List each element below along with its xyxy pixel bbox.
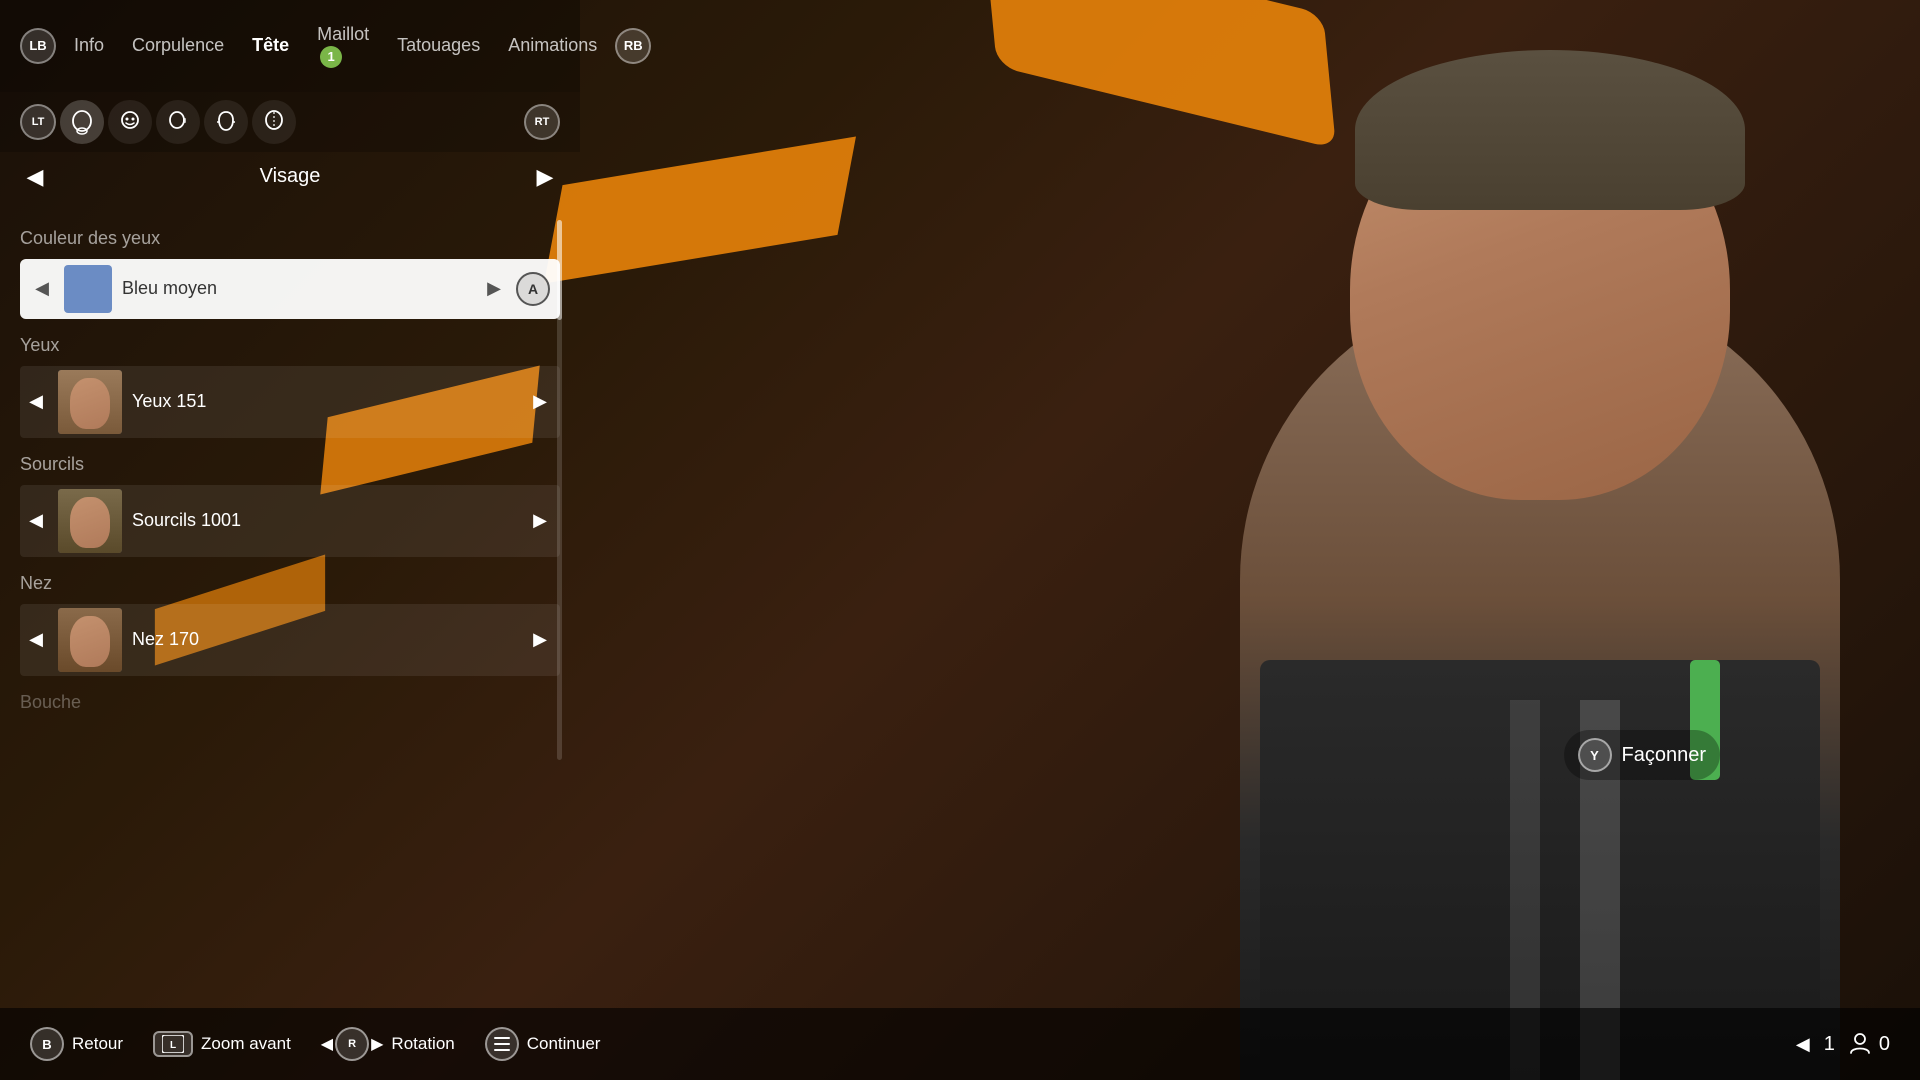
continue-label: Continuer bbox=[527, 1034, 601, 1054]
faconner-overlay[interactable]: Y Façonner bbox=[1564, 730, 1721, 780]
menu-line-1 bbox=[494, 1037, 510, 1039]
nav-item-corpulence[interactable]: Corpulence bbox=[122, 29, 234, 62]
sub-nav: LT bbox=[0, 92, 580, 152]
y-button[interactable]: Y bbox=[1578, 738, 1612, 772]
svg-text:L: L bbox=[170, 1040, 176, 1051]
menu-button[interactable] bbox=[485, 1027, 519, 1061]
maillot-badge: 1 bbox=[320, 46, 342, 68]
sub-icon-head-full[interactable] bbox=[60, 100, 104, 144]
continue-action[interactable]: Continuer bbox=[485, 1027, 601, 1061]
section-nav: ◀ Visage ▶ bbox=[0, 152, 580, 202]
nez-option[interactable]: ◀ Nez 170 ▶ bbox=[20, 604, 560, 676]
bottom-counters: ◀ 1 0 bbox=[1788, 1031, 1890, 1057]
sourcils-thumb bbox=[58, 489, 122, 553]
yeux-option[interactable]: ◀ Yeux 151 ▶ bbox=[20, 366, 560, 438]
nav-item-tatouages[interactable]: Tatouages bbox=[387, 29, 490, 62]
rt-button[interactable]: RT bbox=[524, 104, 560, 140]
bouche-section-label: Bouche bbox=[20, 692, 560, 713]
counter-2-value: 0 bbox=[1879, 1033, 1890, 1056]
yeux-thumb bbox=[58, 370, 122, 434]
r-button-rotation[interactable]: R bbox=[335, 1027, 369, 1061]
character-preview bbox=[820, 0, 1920, 1080]
section-title: Visage bbox=[70, 165, 510, 188]
eye-color-swatch bbox=[64, 265, 112, 313]
back-action[interactable]: B Retour bbox=[30, 1027, 123, 1061]
nav-item-info[interactable]: Info bbox=[64, 29, 114, 62]
zoom-action[interactable]: L Zoom avant bbox=[153, 1031, 291, 1057]
nez-label: Nez 170 bbox=[132, 629, 518, 650]
lt-zoom-button[interactable]: L bbox=[153, 1031, 193, 1057]
lt-button[interactable]: LT bbox=[20, 104, 56, 140]
yeux-prev[interactable]: ◀ bbox=[24, 391, 48, 412]
counter-1: ◀ 1 bbox=[1788, 1033, 1835, 1056]
options-list[interactable]: Couleur des yeux ◀ Bleu moyen ▶ A Yeux ◀… bbox=[0, 202, 580, 842]
back-label: Retour bbox=[72, 1034, 123, 1054]
eye-color-confirm[interactable]: A bbox=[516, 272, 550, 306]
counter-2: 0 bbox=[1847, 1031, 1890, 1057]
person-icon bbox=[1847, 1031, 1873, 1057]
scroll-thumb bbox=[557, 220, 562, 320]
left-panel: LB Info Corpulence Tête Maillot 1 Tatoua… bbox=[0, 0, 580, 1080]
eye-color-option[interactable]: ◀ Bleu moyen ▶ A bbox=[20, 259, 560, 319]
section-prev-arrow[interactable]: ◀ bbox=[20, 164, 50, 190]
eye-color-next[interactable]: ▶ bbox=[482, 278, 506, 299]
zoom-label: Zoom avant bbox=[201, 1034, 291, 1054]
faconner-label-text: Façonner bbox=[1622, 744, 1707, 767]
nav-item-maillot[interactable]: Maillot 1 bbox=[307, 18, 379, 74]
sub-icon-face[interactable] bbox=[108, 100, 152, 144]
character-hair bbox=[1355, 50, 1745, 210]
yeux-section-label: Yeux bbox=[20, 335, 560, 356]
menu-line-2 bbox=[494, 1043, 510, 1045]
rotation-action[interactable]: ◀ R ▶ Rotation bbox=[321, 1027, 455, 1061]
nav-item-tete[interactable]: Tête bbox=[242, 29, 299, 62]
sourcils-prev[interactable]: ◀ bbox=[24, 510, 48, 531]
menu-line-3 bbox=[494, 1049, 510, 1051]
eye-color-prev[interactable]: ◀ bbox=[30, 278, 54, 299]
nez-section-label: Nez bbox=[20, 573, 560, 594]
sourcils-label: Sourcils 1001 bbox=[132, 510, 518, 531]
nez-thumb bbox=[58, 608, 122, 672]
nez-next[interactable]: ▶ bbox=[528, 629, 552, 650]
nez-prev[interactable]: ◀ bbox=[24, 629, 48, 650]
dpad-left-icon: ◀ bbox=[321, 1034, 333, 1054]
counter-left-arrow[interactable]: ◀ bbox=[1788, 1034, 1818, 1055]
sub-icon-head-back[interactable] bbox=[252, 100, 296, 144]
sub-icon-head-side[interactable] bbox=[156, 100, 200, 144]
eye-color-label: Bleu moyen bbox=[122, 278, 472, 299]
bottom-bar: B Retour L Zoom avant ◀ R ▶ Rotation Con… bbox=[0, 1008, 1920, 1080]
eye-color-section-label: Couleur des yeux bbox=[20, 228, 560, 249]
sourcils-next[interactable]: ▶ bbox=[528, 510, 552, 531]
top-nav: LB Info Corpulence Tête Maillot 1 Tatoua… bbox=[0, 0, 580, 92]
sourcils-option[interactable]: ◀ Sourcils 1001 ▶ bbox=[20, 485, 560, 557]
lb-button[interactable]: LB bbox=[20, 28, 56, 64]
nav-item-animations[interactable]: Animations bbox=[498, 29, 607, 62]
section-next-arrow[interactable]: ▶ bbox=[530, 164, 560, 190]
sub-icon-face-front[interactable] bbox=[204, 100, 248, 144]
sourcils-section-label: Sourcils bbox=[20, 454, 560, 475]
yeux-label: Yeux 151 bbox=[132, 391, 518, 412]
rb-button[interactable]: RB bbox=[615, 28, 651, 64]
yeux-next[interactable]: ▶ bbox=[528, 391, 552, 412]
scroll-track bbox=[557, 220, 562, 760]
counter-1-value: 1 bbox=[1824, 1033, 1835, 1056]
dpad-right-icon: ▶ bbox=[371, 1034, 383, 1054]
b-button[interactable]: B bbox=[30, 1027, 64, 1061]
rotation-label: Rotation bbox=[391, 1034, 454, 1054]
